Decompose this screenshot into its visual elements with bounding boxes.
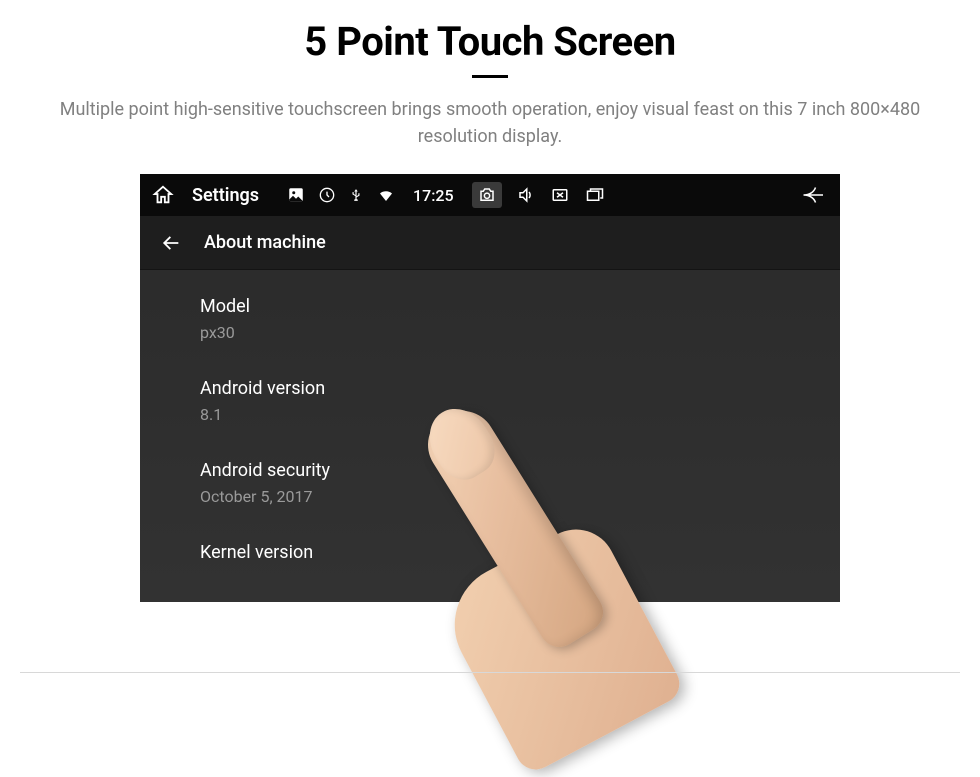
compass-icon[interactable]: [319, 187, 335, 203]
wifi-icon: [377, 186, 395, 204]
settings-list: Model px30 Android version 8.1 Android s…: [140, 270, 840, 587]
usb-icon: [349, 185, 363, 205]
volume-icon[interactable]: [516, 186, 536, 204]
setting-item-security[interactable]: Android security October 5, 2017: [200, 442, 840, 524]
setting-value: 8.1: [200, 405, 840, 424]
back-nav-icon[interactable]: [800, 186, 828, 204]
setting-item-android-version[interactable]: Android version 8.1: [200, 360, 840, 442]
setting-label: Kernel version: [200, 542, 840, 563]
status-app-label: Settings: [192, 185, 259, 206]
page-heading: 5 Point Touch Screen: [20, 18, 960, 65]
bottom-divider: [20, 672, 960, 673]
setting-value: px30: [200, 323, 840, 342]
status-bar: Settings 17:25: [140, 174, 840, 216]
heading-divider: [472, 75, 508, 78]
status-time: 17:25: [413, 186, 454, 205]
device-screen: Settings 17:25: [140, 174, 840, 602]
close-app-icon[interactable]: [550, 186, 570, 204]
setting-label: Model: [200, 296, 840, 317]
back-arrow-icon[interactable]: [160, 232, 182, 254]
page-title: About machine: [204, 232, 326, 253]
image-icon[interactable]: [287, 186, 305, 204]
page-subtitle: Multiple point high-sensitive touchscree…: [30, 96, 950, 150]
recent-apps-icon[interactable]: [584, 186, 606, 204]
camera-icon[interactable]: [472, 182, 502, 208]
setting-value: October 5, 2017: [200, 487, 840, 506]
setting-label: Android security: [200, 460, 840, 481]
setting-label: Android version: [200, 378, 840, 399]
setting-item-model[interactable]: Model px30: [200, 278, 840, 360]
setting-item-kernel[interactable]: Kernel version: [200, 524, 840, 587]
home-icon[interactable]: [152, 184, 174, 206]
page-header: About machine: [140, 216, 840, 270]
